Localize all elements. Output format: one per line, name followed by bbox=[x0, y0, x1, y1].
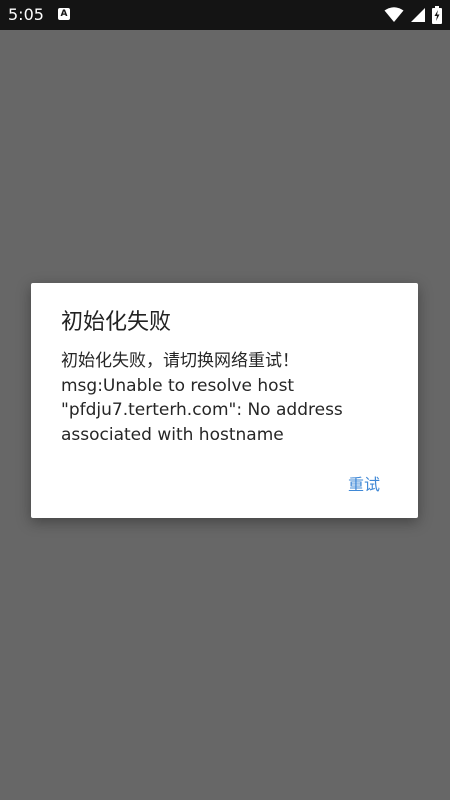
status-bar: 5:05 A bbox=[0, 0, 450, 30]
retry-button[interactable]: 重试 bbox=[334, 465, 394, 501]
dialog-message: 初始化失败，请切换网络重试！ msg:Unable to resolve hos… bbox=[61, 351, 343, 445]
notification-icon: A bbox=[58, 8, 70, 20]
wifi-icon bbox=[384, 7, 404, 23]
error-dialog: 初始化失败 初始化失败，请切换网络重试！ msg:Unable to resol… bbox=[31, 283, 418, 518]
dialog-title: 初始化失败 bbox=[61, 310, 172, 335]
status-icons bbox=[384, 6, 442, 24]
battery-charging-icon bbox=[432, 6, 442, 24]
signal-icon bbox=[410, 7, 426, 23]
status-time: 5:05 bbox=[8, 5, 44, 24]
